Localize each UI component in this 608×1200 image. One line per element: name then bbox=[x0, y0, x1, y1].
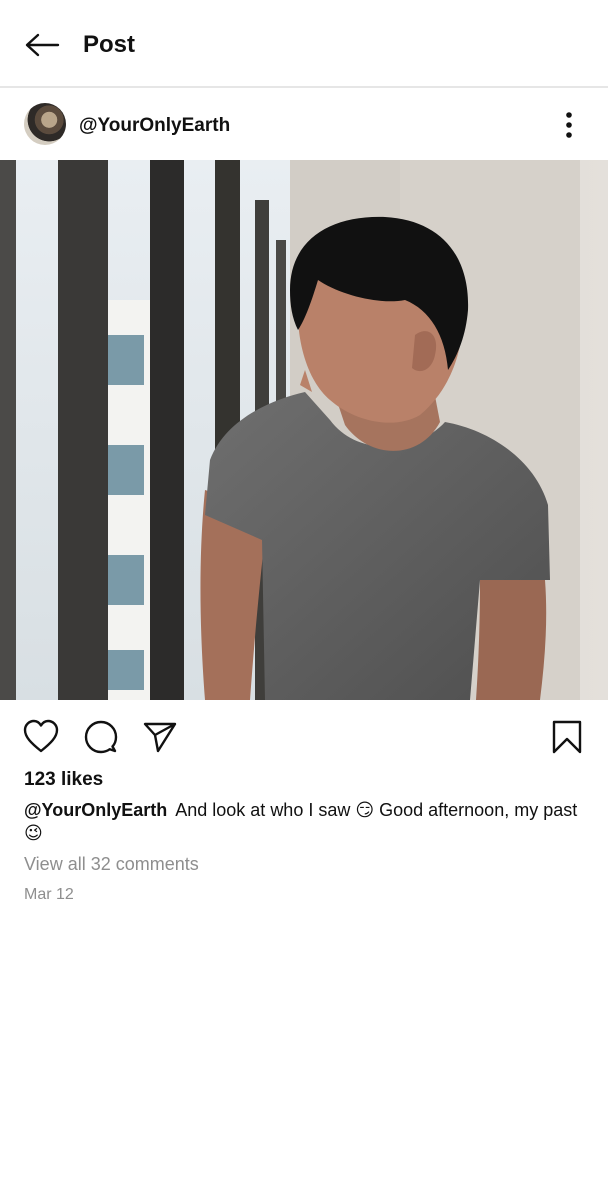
more-options-button[interactable] bbox=[556, 110, 582, 140]
back-button[interactable] bbox=[20, 26, 64, 64]
post-header: @YourOnlyEarth bbox=[0, 90, 608, 160]
more-vertical-icon bbox=[566, 112, 572, 138]
post-date: Mar 12 bbox=[24, 886, 74, 903]
comment-button[interactable] bbox=[82, 718, 120, 756]
post-username[interactable]: @YourOnlyEarth bbox=[79, 115, 230, 137]
post-photo[interactable] bbox=[0, 160, 608, 700]
view-all-comments-link[interactable]: View all 32 comments bbox=[24, 854, 199, 875]
share-button[interactable] bbox=[141, 718, 179, 756]
page-title: Post bbox=[83, 31, 136, 58]
likes-count[interactable]: 123 likes bbox=[24, 769, 103, 791]
top-bar: Post bbox=[0, 0, 608, 88]
caption-username[interactable]: @YourOnlyEarth bbox=[24, 800, 167, 820]
save-button[interactable] bbox=[548, 718, 586, 756]
like-button[interactable] bbox=[22, 718, 60, 756]
comment-icon bbox=[84, 720, 118, 754]
post-photo-illustration bbox=[0, 160, 608, 700]
send-icon bbox=[143, 722, 177, 753]
avatar[interactable] bbox=[24, 103, 66, 145]
action-bar bbox=[0, 700, 608, 766]
bookmark-icon bbox=[552, 720, 582, 754]
heart-icon bbox=[23, 719, 59, 753]
post-caption: @YourOnlyEarth And look at who I saw 😏 Go… bbox=[24, 799, 584, 845]
post-screen: Post @YourOnlyEarth 123 likes @YourOnlyE… bbox=[0, 0, 608, 1200]
arrow-left-icon bbox=[25, 33, 60, 57]
